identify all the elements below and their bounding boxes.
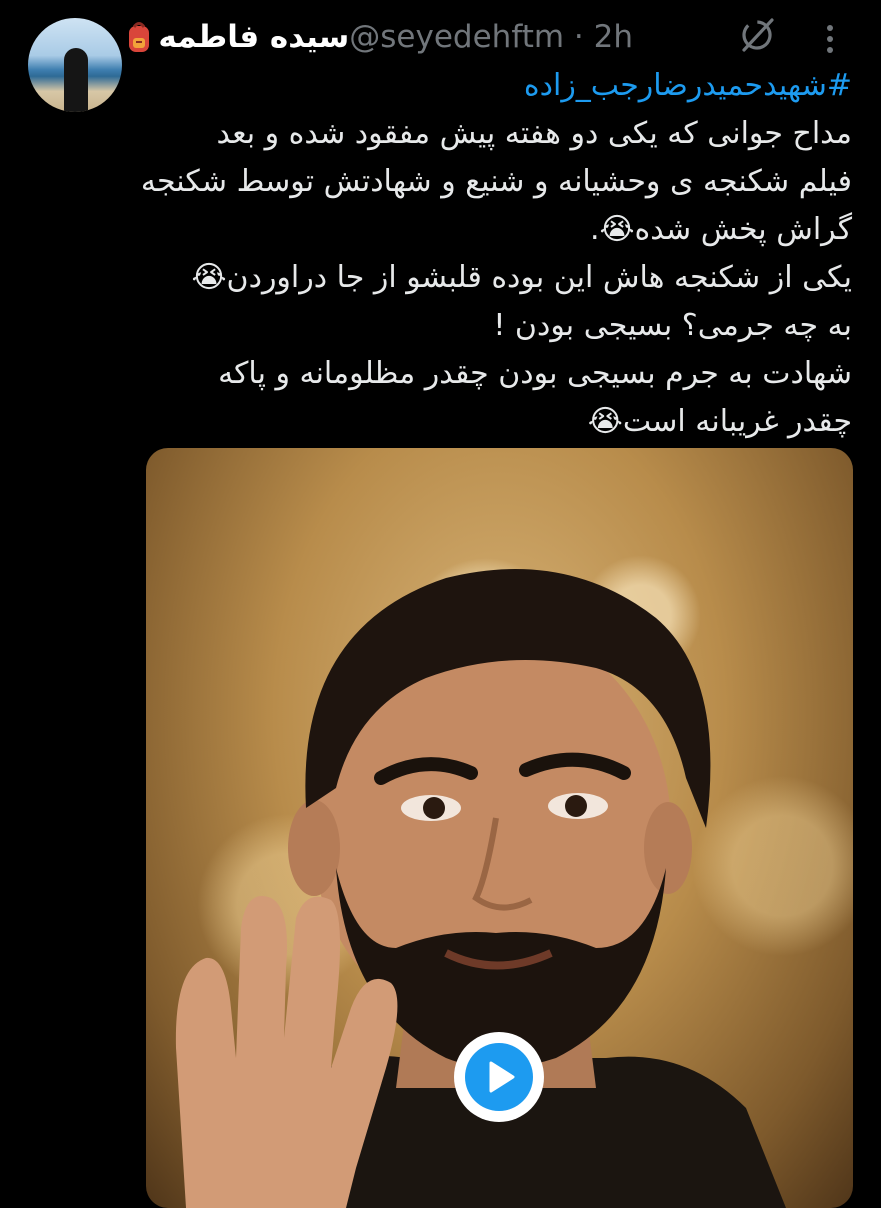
tweet-hashtag[interactable]: #شهیدحمیدرضارجب_زاده bbox=[140, 62, 852, 110]
author-avatar[interactable] bbox=[28, 18, 122, 112]
tweet-line: به چه جرمی؟ بسیجی بودن ! bbox=[493, 308, 852, 343]
author-handle[interactable]: @seyedehftm bbox=[349, 19, 564, 55]
tweet-header: سیده فاطمه @seyedehftm · 2h bbox=[124, 14, 643, 60]
grok-icon[interactable] bbox=[736, 14, 778, 56]
tweet-line: گراش پخش شده😭. bbox=[589, 212, 852, 247]
video-media[interactable] bbox=[146, 448, 853, 1208]
tweet-line: شهادت به جرم بسیجی بودن چقدر مظلومانه و … bbox=[218, 356, 852, 391]
tweet-line: چقدر غریبانه است😭 bbox=[587, 404, 852, 439]
author-display-name[interactable]: سیده فاطمه bbox=[158, 19, 349, 55]
meta-separator: · bbox=[573, 19, 584, 55]
play-button[interactable] bbox=[454, 1032, 544, 1122]
more-icon[interactable] bbox=[818, 16, 842, 60]
play-icon bbox=[465, 1043, 533, 1111]
avatar-figure bbox=[64, 48, 88, 112]
tweet-time[interactable]: 2h bbox=[594, 19, 633, 55]
tweet-text: #شهیدحمیدرضارجب_زاده مداح جوانی که یکی د… bbox=[140, 62, 852, 446]
tweet-line: یکی از شکنجه هاش این بوده قلبشو از جا در… bbox=[191, 260, 853, 295]
author-meta: @seyedehftm · 2h bbox=[349, 19, 633, 55]
tweet-line: فیلم شکنجه ی وحشیانه و شنیع و شهادتش توس… bbox=[140, 164, 852, 199]
tweet-line: مداح جوانی که یکی دو هفته پیش مفقود شده … bbox=[216, 116, 852, 151]
backpack-icon bbox=[124, 20, 154, 54]
